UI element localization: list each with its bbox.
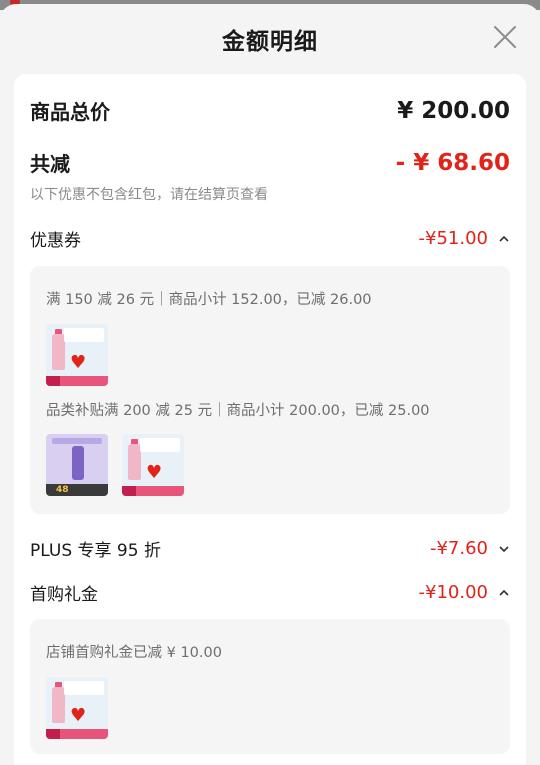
total-reduction-value: - ¥ 68.60 bbox=[395, 149, 510, 176]
coupon-label: 优惠券 bbox=[30, 231, 81, 251]
coupon-detail-box: 满 150 减 26 元｜商品小计 152.00，已减 26.00 ♥ 品类补贴… bbox=[30, 266, 510, 514]
discount-note: 以下优惠不包含红包，请在结算页查看 bbox=[30, 187, 268, 203]
total-price-value: ¥ 200.00 bbox=[397, 97, 510, 124]
product-thumbnail[interactable]: ♥ bbox=[46, 324, 108, 386]
total-reduction-label: 共减 bbox=[30, 152, 70, 176]
total-reduction-row: 共减 - ¥ 68.60 bbox=[30, 148, 510, 177]
amount-detail-sheet: 金额明细 商品总价 ¥ 200.00 共减 - ¥ 68.60 以下优惠不包含红… bbox=[0, 4, 540, 765]
coupon-amount: -¥51.00 bbox=[418, 228, 488, 249]
first-buy-detail-box: 店铺首购礼金已减 ¥ 10.00 ♥ bbox=[30, 619, 510, 754]
total-price-label: 商品总价 bbox=[30, 100, 110, 124]
coupon-detail-line-2: 品类补贴满 200 减 25 元｜商品小计 200.00，已减 25.00 bbox=[46, 403, 430, 419]
coupon-row[interactable]: 优惠券 -¥51.00 bbox=[30, 226, 510, 251]
total-price-row: 商品总价 ¥ 200.00 bbox=[30, 96, 510, 125]
product-thumbnail-purple[interactable]: 48 bbox=[46, 434, 108, 496]
detail-card: 商品总价 ¥ 200.00 共减 - ¥ 68.60 以下优惠不包含红包，请在结… bbox=[14, 74, 526, 765]
chevron-up-icon[interactable] bbox=[498, 233, 510, 245]
product-thumbnail[interactable]: ♥ bbox=[122, 434, 184, 496]
product-thumbnail[interactable]: ♥ bbox=[46, 677, 108, 739]
chevron-up-icon[interactable] bbox=[498, 587, 510, 599]
close-icon[interactable] bbox=[490, 22, 520, 52]
first-buy-amount: -¥10.00 bbox=[418, 582, 488, 603]
first-buy-detail-line: 店铺首购礼金已减 ¥ 10.00 bbox=[46, 645, 222, 661]
modal-title: 金额明细 bbox=[222, 29, 318, 55]
chevron-down-icon[interactable] bbox=[498, 543, 510, 555]
first-buy-row[interactable]: 首购礼金 -¥10.00 bbox=[30, 580, 510, 605]
plus-discount-row[interactable]: PLUS 专享 95 折 -¥7.60 bbox=[30, 536, 510, 561]
plus-discount-label: PLUS 专享 95 折 bbox=[30, 541, 161, 561]
plus-discount-amount: -¥7.60 bbox=[429, 538, 488, 559]
thumbnail-price: 48 bbox=[56, 485, 69, 495]
coupon-detail-line-1: 满 150 减 26 元｜商品小计 152.00，已减 26.00 bbox=[46, 292, 372, 308]
first-buy-label: 首购礼金 bbox=[30, 585, 98, 605]
